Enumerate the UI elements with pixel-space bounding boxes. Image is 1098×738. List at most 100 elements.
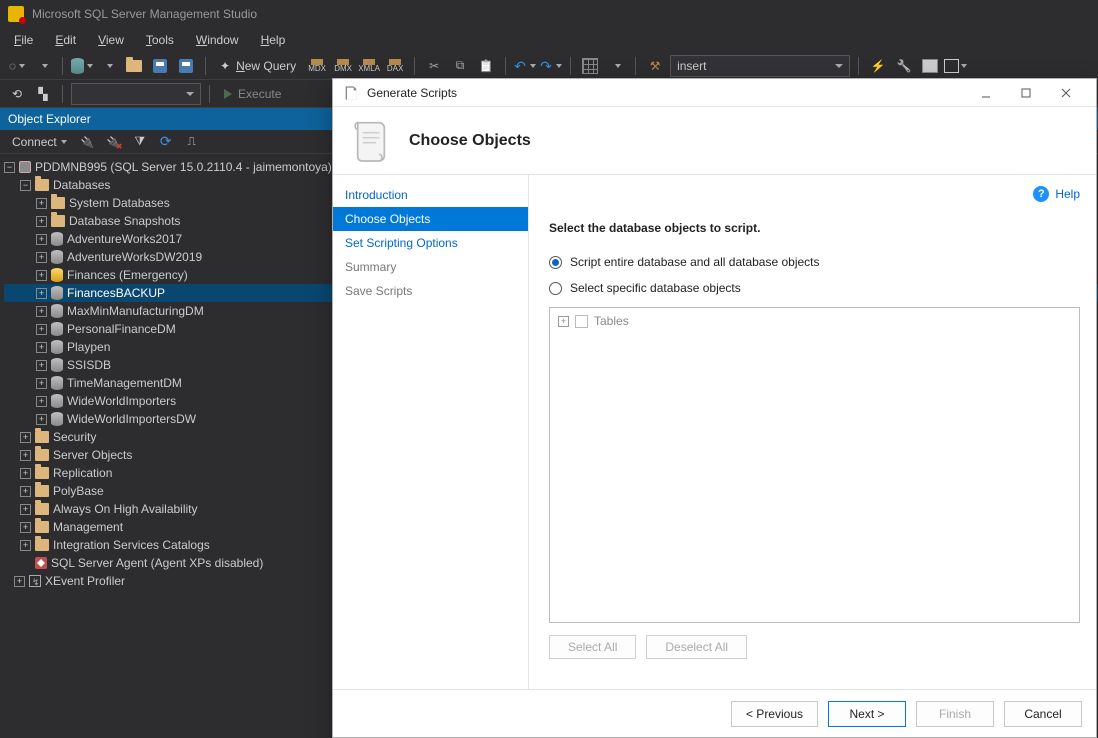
finish-button[interactable]: Finish (916, 701, 994, 727)
step-save-scripts[interactable]: Save Scripts (333, 279, 528, 303)
database-icon (51, 340, 63, 354)
step-introduction[interactable]: Introduction (333, 183, 528, 207)
menu-window[interactable]: Window (186, 30, 249, 50)
server-icon (19, 161, 31, 173)
redo-dropdown[interactable] (540, 55, 562, 77)
maximize-button[interactable] (1006, 80, 1046, 106)
deselect-all-button[interactable]: Deselect All (646, 635, 747, 659)
cut-button[interactable] (423, 55, 445, 77)
save-button[interactable] (149, 55, 171, 77)
history-dropdown[interactable] (97, 55, 119, 77)
menu-bar: File Edit View Tools Window Help (0, 28, 1098, 52)
connect-dropdown[interactable]: Connect (6, 135, 73, 149)
menu-file[interactable]: File (4, 30, 43, 50)
database-icon (51, 322, 63, 336)
dialog-title-bar[interactable]: Generate Scripts (333, 79, 1096, 107)
dialog-main-panel: ? Help Select the database objects to sc… (529, 175, 1096, 689)
database-icon (51, 412, 63, 426)
script-icon (351, 119, 391, 163)
properties-button[interactable] (893, 55, 915, 77)
radio-specific-objects[interactable]: Select specific database objects (549, 281, 1080, 295)
engine-query-button[interactable]: MDX (306, 55, 328, 77)
help-icon: ? (1033, 186, 1049, 202)
database-icon (51, 304, 63, 318)
copy-button[interactable] (449, 55, 471, 77)
folder-node-label: Management (53, 519, 123, 536)
menu-view[interactable]: View (88, 30, 134, 50)
open-dropdown[interactable] (71, 55, 93, 77)
select-all-button[interactable]: Select All (549, 635, 636, 659)
folder-icon (35, 449, 49, 461)
folder-icon (35, 431, 49, 443)
dax-query-button[interactable]: DAX (384, 55, 406, 77)
step-set-scripting-options[interactable]: Set Scripting Options (333, 231, 528, 255)
tree-item-tables[interactable]: Tables (558, 314, 1071, 328)
new-item-dropdown[interactable] (32, 55, 54, 77)
dmx-query-button[interactable]: XMLA (358, 55, 380, 77)
dialog-footer: < Previous Next > Finish Cancel (333, 689, 1096, 737)
dialog-prompt: Select the database objects to script. (549, 221, 1080, 235)
new-project-dropdown[interactable]: ◌ (6, 55, 28, 77)
results-dropdown[interactable] (605, 55, 627, 77)
separator (414, 57, 415, 75)
expand-icon[interactable] (558, 316, 569, 327)
wizard-step-list: Introduction Choose Objects Set Scriptin… (333, 175, 529, 689)
database-combo[interactable] (71, 83, 201, 105)
database-icon (51, 232, 63, 246)
db-node-label: System Databases (69, 195, 170, 212)
mdx-query-button[interactable]: DMX (332, 55, 354, 77)
separator (205, 57, 206, 75)
close-button[interactable] (1046, 80, 1086, 106)
results-grid-button[interactable] (579, 55, 601, 77)
toolbar-main: ◌ ✦ New Query MDX DMX XMLA DAX insert (0, 52, 1098, 80)
next-button[interactable]: Next > (828, 701, 906, 727)
toolbox-button[interactable] (919, 55, 941, 77)
find-combo[interactable]: insert (670, 55, 850, 77)
menu-tools[interactable]: Tools (136, 30, 184, 50)
database-icon (51, 376, 63, 390)
generate-scripts-dialog: Generate Scripts Choose Objects Introduc… (332, 78, 1097, 738)
db-node-label: MaxMinManufacturingDM (67, 303, 204, 320)
dialog-heading: Choose Objects (409, 132, 531, 150)
folder-icon (51, 197, 65, 209)
sparkle-icon: ✦ (220, 59, 230, 73)
folder-node-label: PolyBase (53, 483, 104, 500)
refresh-icon[interactable] (155, 131, 177, 153)
help-link[interactable]: ? Help (549, 183, 1080, 205)
script-mini-icon (343, 85, 359, 101)
previous-button[interactable]: < Previous (731, 701, 818, 727)
connect-icon[interactable] (77, 131, 99, 153)
menu-help[interactable]: Help (251, 30, 296, 50)
folder-icon (35, 467, 49, 479)
folder-icon (51, 215, 65, 227)
folder-icon (35, 485, 49, 497)
separator (62, 85, 63, 103)
checkbox[interactable] (575, 315, 588, 328)
db-node-label: TimeManagementDM (67, 375, 182, 392)
disconnect-icon[interactable] (103, 131, 125, 153)
execute-button[interactable]: Execute (218, 87, 287, 101)
activity-monitor-button[interactable] (644, 55, 666, 77)
step-choose-objects[interactable]: Choose Objects (333, 207, 528, 231)
filter-icon[interactable] (129, 131, 151, 153)
window-layout-dropdown[interactable] (945, 55, 967, 77)
folder-icon (35, 539, 49, 551)
cancel-button[interactable]: Cancel (1004, 701, 1082, 727)
undo-dropdown[interactable] (514, 55, 536, 77)
save-all-button[interactable] (175, 55, 197, 77)
ssms-icon (8, 6, 24, 22)
available-db-button[interactable]: ▚ (32, 83, 54, 105)
db-node-label: Database Snapshots (69, 213, 180, 230)
minimize-button[interactable] (966, 80, 1006, 106)
change-connection-button[interactable]: ⟲ (6, 83, 28, 105)
registered-servers-button[interactable] (867, 55, 889, 77)
step-summary[interactable]: Summary (333, 255, 528, 279)
new-query-button[interactable]: ✦ New Query (214, 59, 302, 73)
open-folder-button[interactable] (123, 55, 145, 77)
radio-entire-db[interactable]: Script entire database and all database … (549, 255, 1080, 269)
menu-edit[interactable]: Edit (45, 30, 86, 50)
objects-tree-box[interactable]: Tables (549, 307, 1080, 623)
paste-button[interactable] (475, 55, 497, 77)
find-combo-value: insert (677, 59, 706, 73)
stop-icon[interactable] (181, 131, 203, 153)
